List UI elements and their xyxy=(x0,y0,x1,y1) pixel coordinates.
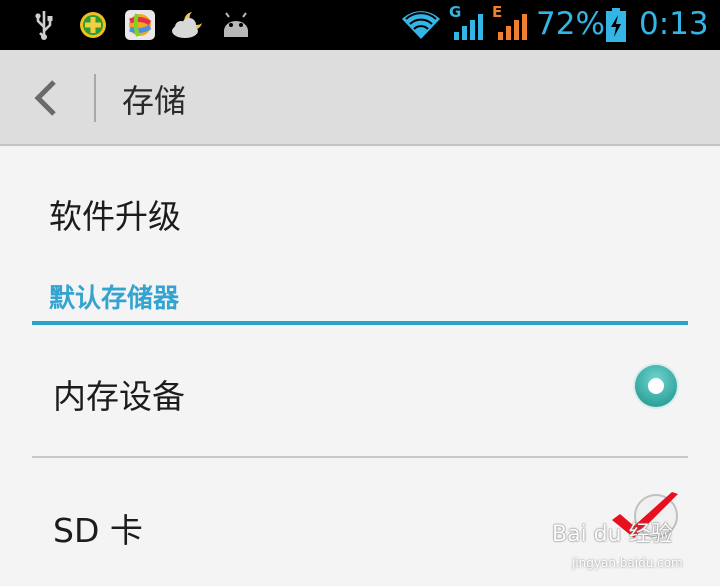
action-bar-divider xyxy=(94,74,96,122)
app-ball-icon xyxy=(125,10,155,40)
android-icon xyxy=(224,12,248,37)
weather-icon xyxy=(172,12,202,38)
battery-percent: 72% xyxy=(536,6,605,42)
status-bar: G E 72% 0:13 xyxy=(0,0,720,50)
signal-e-icon xyxy=(498,14,527,40)
option-sd-card-label: SD 卡 xyxy=(53,511,143,550)
battery-charging-icon xyxy=(606,8,626,42)
software-upgrade-item[interactable]: 软件升级 xyxy=(0,146,720,268)
watermark: Bai du 经验 xyxy=(552,522,673,547)
section-header-default-storage: 默认存储器 xyxy=(49,284,180,314)
app-plus-icon xyxy=(80,12,106,38)
watermark-url: jingyan.baidu.com xyxy=(572,556,683,570)
page-title: 存储 xyxy=(122,82,187,120)
action-bar: 存储 xyxy=(0,50,720,146)
settings-list: 软件升级 默认存储器 内存设备 SD 卡 Bai du 经验 jingyan.b… xyxy=(0,146,720,586)
software-upgrade-label: 软件升级 xyxy=(49,197,181,236)
section-divider xyxy=(32,321,688,325)
chevron-left-icon xyxy=(34,80,56,116)
back-button[interactable] xyxy=(20,72,72,124)
option-internal-storage[interactable]: 内存设备 xyxy=(0,328,720,456)
usb-icon xyxy=(35,11,53,40)
clock: 0:13 xyxy=(639,6,709,42)
radio-selected-icon[interactable] xyxy=(632,362,680,410)
wifi-icon xyxy=(402,11,440,39)
option-internal-storage-label: 内存设备 xyxy=(53,377,185,416)
signal-g-icon xyxy=(454,14,483,40)
